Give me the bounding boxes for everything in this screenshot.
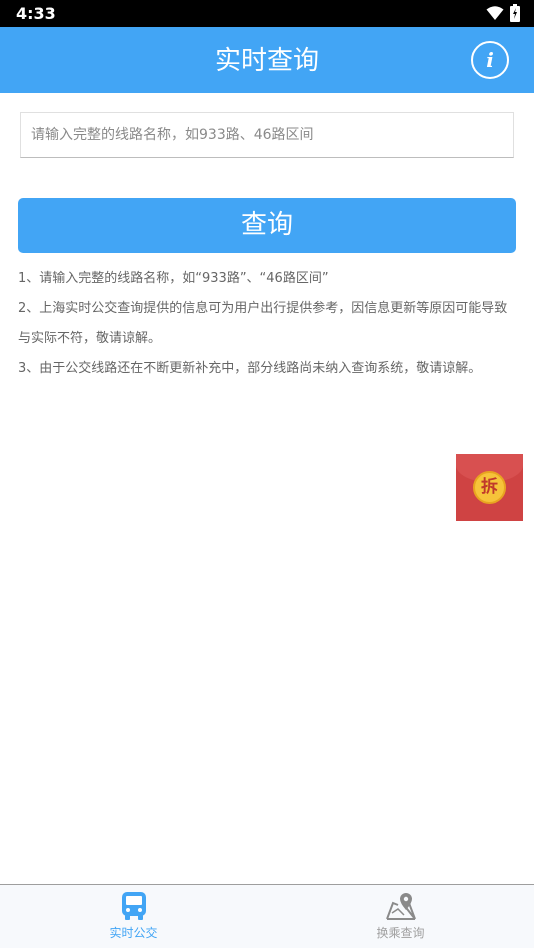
notes-section: 1、请输入完整的线路名称，如“933路”、“46路区间” 2、上海实时公交查询提…: [18, 264, 516, 384]
battery-icon: [510, 4, 520, 22]
search-field-container: [20, 112, 514, 158]
app-bar: 实时查询 i: [0, 27, 534, 93]
status-bar: 4:33: [0, 0, 534, 27]
tab-realtime-bus[interactable]: 实时公交: [0, 885, 267, 948]
status-time: 4:33: [16, 4, 56, 23]
tab-label: 实时公交: [109, 926, 158, 940]
query-button[interactable]: 查询: [18, 198, 516, 253]
info-icon: i: [486, 48, 494, 72]
route-search-input[interactable]: [21, 113, 513, 157]
bottom-tab-bar: 实时公交 换乘查询: [0, 884, 534, 948]
note-item-2: 2、上海实时公交查询提供的信息可为用户出行提供参考，因信息更新等原因可能导致与实…: [18, 301, 508, 346]
tab-transfer-query[interactable]: 换乘查询: [267, 885, 534, 948]
page-title: 实时查询: [214, 46, 319, 76]
note-item-3: 3、由于公交线路还在不断更新补充中，部分线路尚未纳入查询系统，敬请谅解。: [18, 361, 482, 376]
info-button[interactable]: i: [471, 41, 509, 79]
red-packet-coin-icon: 拆: [473, 471, 506, 504]
red-packet-button[interactable]: 拆: [456, 454, 523, 521]
note-item-1: 1、请输入完整的线路名称，如“933路”、“46路区间”: [18, 271, 329, 286]
bus-icon: [121, 892, 146, 920]
tab-label: 换乘查询: [376, 926, 425, 940]
wifi-icon: [486, 6, 504, 20]
status-icons: [486, 4, 520, 22]
map-pin-icon: [385, 893, 416, 920]
